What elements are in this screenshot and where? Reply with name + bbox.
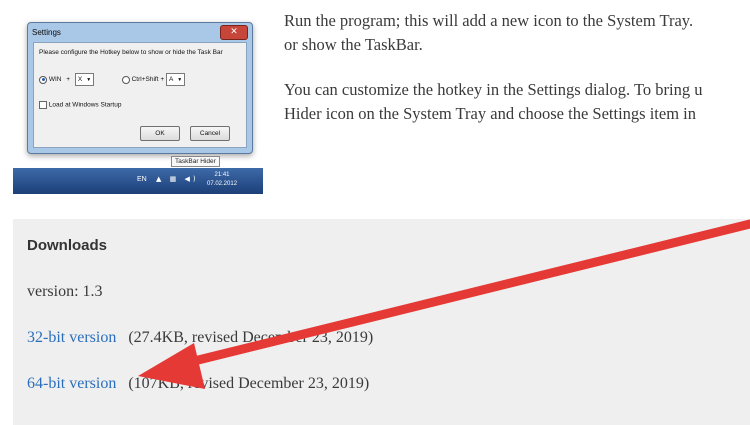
arrow-head — [138, 343, 205, 389]
red-arrow-annotation — [138, 219, 750, 389]
arrow-shaft — [173, 219, 750, 370]
